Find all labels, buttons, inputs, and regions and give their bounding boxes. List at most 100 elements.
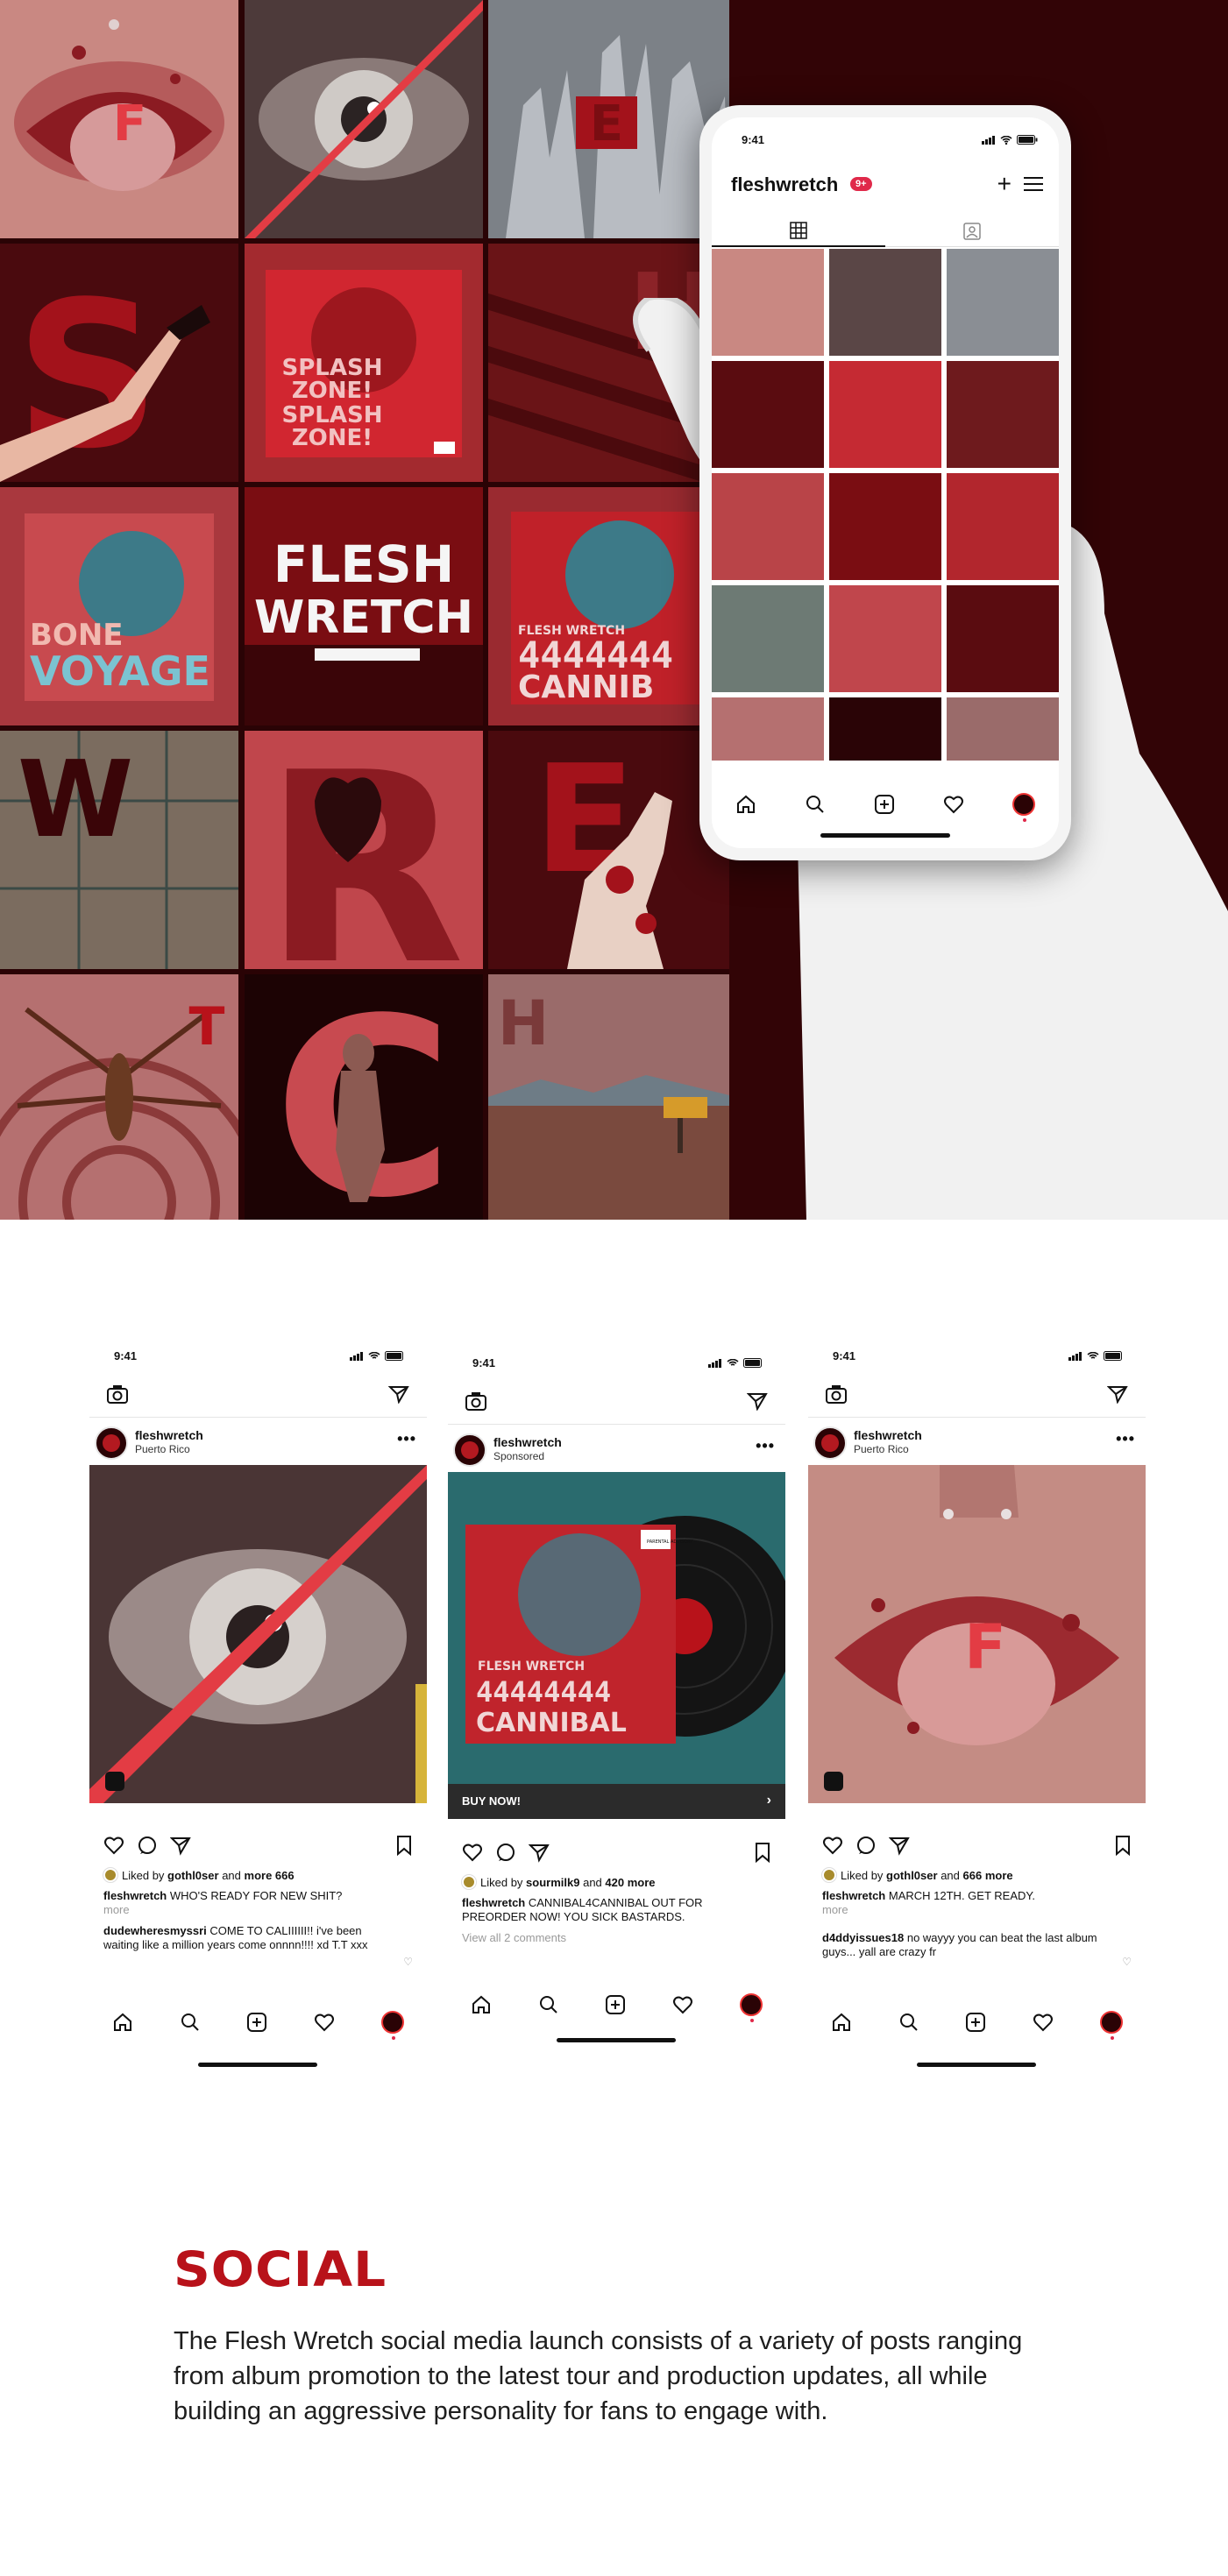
direct-message-icon[interactable] xyxy=(388,1384,409,1404)
profile-avatar[interactable] xyxy=(380,2011,404,2040)
feed-topbar xyxy=(462,1390,771,1416)
direct-message-icon[interactable] xyxy=(1107,1384,1128,1404)
caption-username[interactable]: fleshwretch xyxy=(822,1889,885,1902)
post-username[interactable]: fleshwretch xyxy=(854,1428,922,1442)
likes-line[interactable]: Liked by sourmilk9 and 420 more xyxy=(462,1875,771,1889)
view-all-comments-link[interactable]: View all 2 comments xyxy=(462,1931,750,1945)
more-options-icon[interactable]: ••• xyxy=(397,1430,416,1448)
more-link[interactable]: more xyxy=(822,1903,848,1916)
more-link[interactable]: more xyxy=(103,1903,130,1916)
album-title: CANNIBAL xyxy=(476,1708,627,1738)
comment-icon[interactable] xyxy=(137,1835,158,1856)
grid-post[interactable] xyxy=(947,697,1059,761)
liked-count[interactable]: 666 more xyxy=(963,1869,1013,1882)
svg-text:ZONE!: ZONE! xyxy=(292,378,373,404)
post-location[interactable]: Puerto Rico xyxy=(854,1443,909,1455)
direct-message-icon[interactable] xyxy=(747,1391,768,1411)
more-options-icon[interactable]: ••• xyxy=(756,1437,775,1455)
search-icon[interactable] xyxy=(180,2012,201,2033)
profile-avatar[interactable] xyxy=(1012,793,1035,822)
comment-icon[interactable] xyxy=(855,1835,877,1856)
share-icon[interactable] xyxy=(170,1835,191,1856)
heart-icon[interactable] xyxy=(314,2012,335,2033)
comment-like-icon[interactable]: ♡ xyxy=(1122,1956,1132,1968)
heart-icon[interactable] xyxy=(943,794,964,815)
wifi-icon xyxy=(1087,1351,1099,1359)
likes-line[interactable]: Liked by gothl0ser and more 666 xyxy=(103,1868,413,1882)
liked-count[interactable]: more 666 xyxy=(245,1869,295,1882)
post-username[interactable]: fleshwretch xyxy=(135,1428,203,1442)
caption-username[interactable]: fleshwretch xyxy=(103,1889,167,1902)
share-icon[interactable] xyxy=(889,1835,910,1856)
post-image[interactable]: PARENTAL ADVISORY FLESH WRETCH 44444444 … xyxy=(448,1472,785,1784)
grid-post[interactable] xyxy=(829,473,941,580)
profile-avatar[interactable] xyxy=(739,1993,763,2022)
bookmark-icon[interactable] xyxy=(395,1835,413,1856)
avatar[interactable] xyxy=(813,1426,847,1460)
comment-username[interactable]: dudewheresmyssri xyxy=(103,1924,207,1937)
grid-post[interactable] xyxy=(829,697,941,761)
avatar[interactable] xyxy=(453,1433,486,1467)
hands-photo: E xyxy=(488,0,729,238)
buy-now-button[interactable]: BUY NOW! › xyxy=(448,1784,785,1819)
liked-by-user[interactable]: sourmilk9 xyxy=(526,1876,579,1889)
add-post-icon[interactable] xyxy=(965,2012,986,2033)
likes-line[interactable]: Liked by gothl0ser and 666 more xyxy=(822,1868,1132,1882)
like-heart-icon[interactable] xyxy=(103,1835,124,1856)
like-heart-icon[interactable] xyxy=(822,1835,843,1856)
post-image[interactable] xyxy=(89,1465,427,1803)
liked-by-user[interactable]: gothl0ser xyxy=(167,1869,219,1882)
grid-post[interactable] xyxy=(829,249,941,356)
comment-username[interactable]: d4ddyissues18 xyxy=(822,1931,904,1944)
camera-icon[interactable] xyxy=(465,1391,486,1411)
signal-icon xyxy=(708,1358,721,1368)
new-post-icon[interactable]: + xyxy=(997,172,1012,196)
home-icon[interactable] xyxy=(471,1994,492,2015)
grid-post[interactable] xyxy=(947,473,1059,580)
search-icon[interactable] xyxy=(805,794,826,815)
hamburger-menu-icon[interactable] xyxy=(1024,177,1043,195)
grid-post[interactable] xyxy=(712,249,824,356)
more-options-icon[interactable]: ••• xyxy=(1116,1430,1135,1448)
camera-icon[interactable] xyxy=(826,1384,847,1404)
search-icon[interactable] xyxy=(898,2012,919,2033)
grid-post[interactable] xyxy=(712,473,824,580)
liked-count[interactable]: 420 more xyxy=(605,1876,655,1889)
grid-post[interactable] xyxy=(947,249,1059,356)
add-post-icon[interactable] xyxy=(605,1994,626,2015)
tab-grid[interactable] xyxy=(712,216,885,247)
like-heart-icon[interactable] xyxy=(462,1842,483,1863)
bookmark-icon[interactable] xyxy=(754,1842,771,1863)
grid-post[interactable] xyxy=(829,585,941,692)
post-image[interactable]: F xyxy=(808,1465,1146,1803)
grid-post[interactable] xyxy=(947,585,1059,692)
home-icon[interactable] xyxy=(735,794,756,815)
tab-tagged[interactable] xyxy=(885,216,1059,247)
post-username[interactable]: fleshwretch xyxy=(493,1435,562,1449)
heart-icon[interactable] xyxy=(1033,2012,1054,2033)
liked-by-user[interactable]: gothl0ser xyxy=(886,1869,938,1882)
home-icon[interactable] xyxy=(831,2012,852,2033)
camera-icon[interactable] xyxy=(107,1384,128,1404)
add-post-icon[interactable] xyxy=(246,2012,267,2033)
home-icon[interactable] xyxy=(112,2012,133,2033)
bookmark-icon[interactable] xyxy=(1114,1835,1132,1856)
share-icon[interactable] xyxy=(529,1842,550,1863)
status-bar: 9:41 xyxy=(469,1356,764,1370)
post-actions xyxy=(822,1835,1132,1859)
profile-username[interactable]: fleshwretch xyxy=(731,173,838,196)
avatar[interactable] xyxy=(95,1426,128,1460)
grid-post[interactable] xyxy=(712,697,824,761)
heart-icon[interactable] xyxy=(672,1994,693,2015)
grid-post[interactable] xyxy=(712,585,824,692)
caption-username[interactable]: fleshwretch xyxy=(462,1896,525,1909)
grid-post[interactable] xyxy=(947,361,1059,468)
search-icon[interactable] xyxy=(538,1994,559,2015)
profile-avatar[interactable] xyxy=(1099,2011,1123,2040)
grid-post[interactable] xyxy=(829,361,941,468)
post-location[interactable]: Puerto Rico xyxy=(135,1443,190,1455)
grid-post[interactable] xyxy=(712,361,824,468)
comment-icon[interactable] xyxy=(495,1842,516,1863)
add-post-icon[interactable] xyxy=(874,794,895,815)
comment-like-icon[interactable]: ♡ xyxy=(403,1956,413,1968)
